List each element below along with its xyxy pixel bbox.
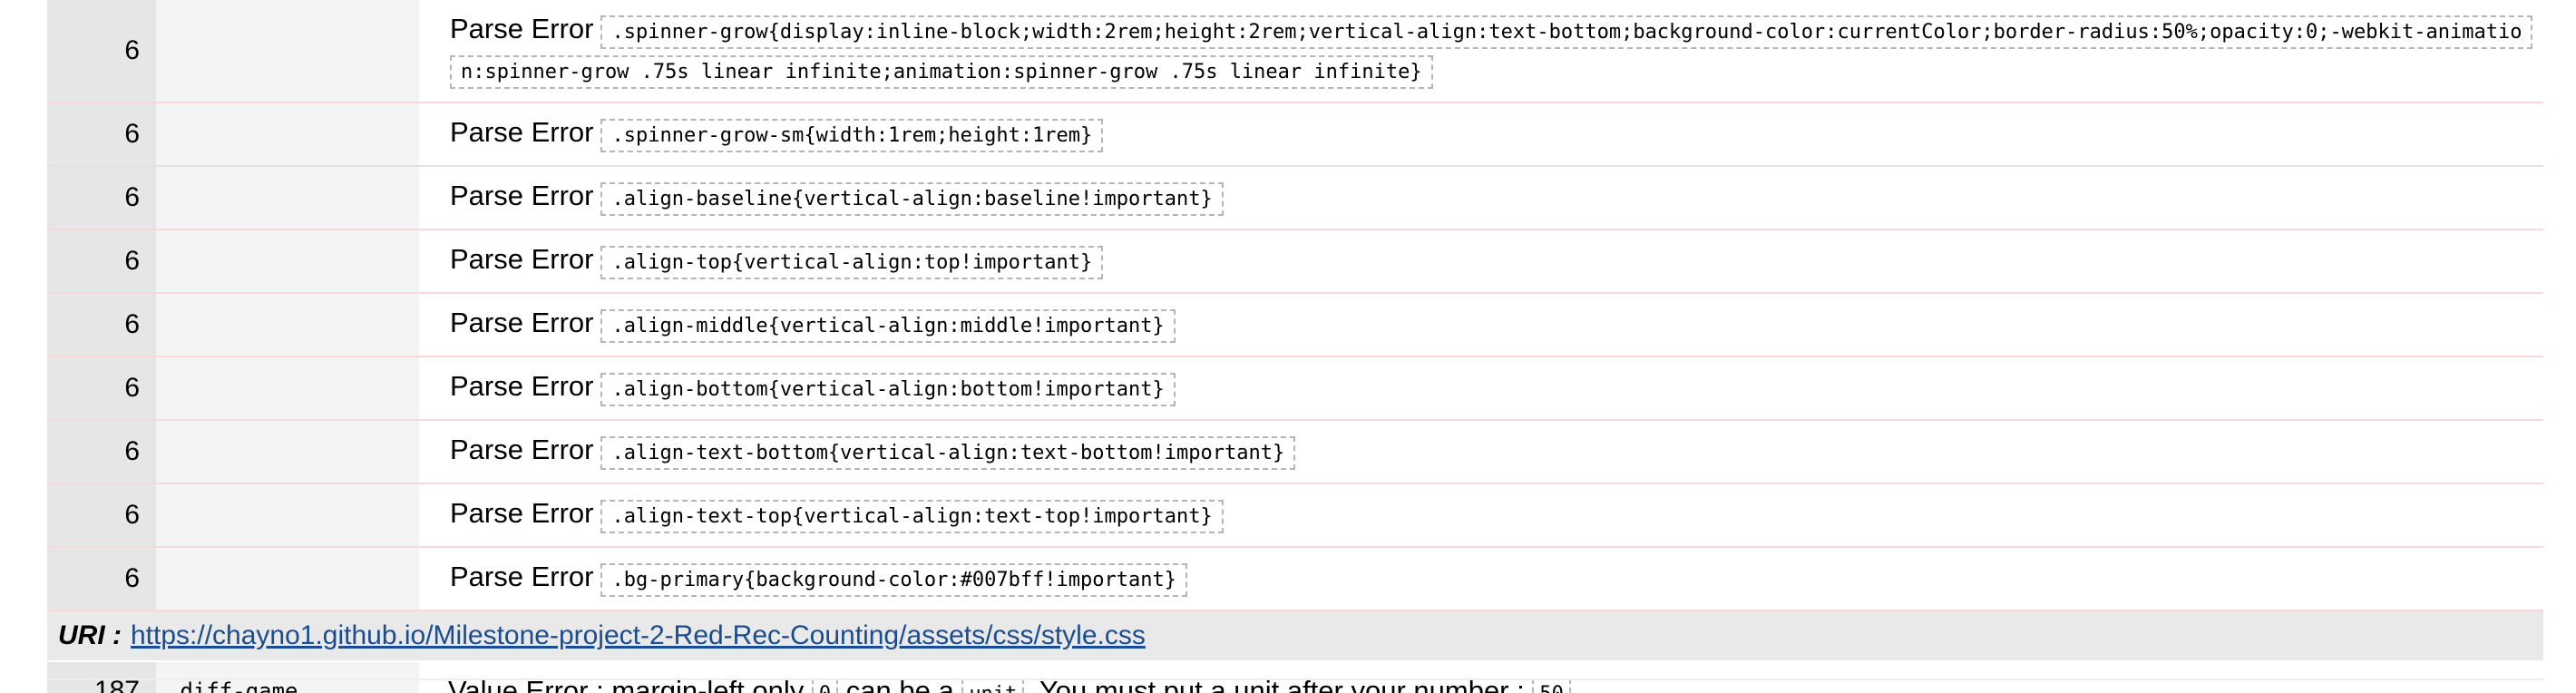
line-number: 6 <box>47 102 156 167</box>
context-cell <box>156 547 419 611</box>
context-cell <box>156 102 419 167</box>
error-message: Parse Error .align-text-bottom{vertical-a… <box>419 420 2543 484</box>
errors-table: 6 Parse Error .spinner-grow{display:inlin… <box>47 0 2543 693</box>
error-message: Parse Error .bg-primary{background-color:… <box>419 547 2543 611</box>
table-row: 6 Parse Error .align-bottom{vertical-alig… <box>47 356 2543 421</box>
table-row: 6 Parse Error .align-top{vertical-align:t… <box>47 229 2543 294</box>
message-text: Value Error : margin-left only <box>448 675 805 693</box>
uri-cell: URI : https://chayno1.github.io/Milestone… <box>47 610 2543 662</box>
error-label: Parse Error <box>450 13 594 44</box>
line-number: 6 <box>47 229 156 294</box>
message-text: can be a <box>845 675 954 693</box>
code-snippet: .align-text-bottom{vertical-align:text-b… <box>600 436 1296 470</box>
error-message: Parse Error .align-baseline{vertical-alig… <box>419 166 2543 230</box>
uri-label: URI : <box>58 620 122 650</box>
error-label: Parse Error <box>450 561 594 592</box>
line-number: 6 <box>47 356 156 421</box>
code-snippet: .align-baseline{vertical-align:baseline!… <box>600 182 1224 216</box>
line-number: 6 <box>47 547 156 611</box>
table-row: 6 Parse Error .spinner-grow-sm{width:1rem… <box>47 102 2543 167</box>
line-number: 6 <box>47 0 156 103</box>
code-snippet: .spinner-grow-sm{width:1rem;height:1rem} <box>600 119 1104 152</box>
context-cell <box>156 0 419 103</box>
table-row: 6 Parse Error .align-text-bottom{vertical… <box>47 420 2543 484</box>
code-token: unit <box>961 678 1025 693</box>
error-label: Parse Error <box>450 434 594 465</box>
error-message: Parse Error .align-text-top{vertical-alig… <box>419 483 2543 548</box>
error-message: Parse Error .align-middle{vertical-align:… <box>419 293 2543 357</box>
code-snippet: .align-bottom{vertical-align:bottom!impo… <box>600 373 1176 406</box>
table-row: 187 .diff-game Value Error : margin-left… <box>47 661 2543 693</box>
message-text: . You must put a unit after your number … <box>1024 675 1525 693</box>
code-snippet: .align-text-top{vertical-align:text-top!… <box>600 500 1224 533</box>
css-validator-results: 6 Parse Error .spinner-grow{display:inlin… <box>0 0 2576 693</box>
error-label: Parse Error <box>450 307 594 338</box>
line-number: 6 <box>47 420 156 484</box>
table-row: 6 Parse Error .bg-primary{background-colo… <box>47 547 2543 611</box>
line-number: 6 <box>47 483 156 548</box>
error-label: Parse Error <box>450 370 594 402</box>
code-snippet: .bg-primary{background-color:#007bff!imp… <box>600 563 1188 597</box>
context-cell <box>156 166 419 230</box>
error-message: Parse Error .spinner-grow{display:inline-… <box>419 0 2543 103</box>
error-label: Parse Error <box>450 180 594 211</box>
divider <box>47 678 2543 680</box>
error-label: Parse Error <box>450 116 594 148</box>
table-row: 6 Parse Error .align-text-top{vertical-al… <box>47 483 2543 548</box>
context-cell <box>156 420 419 484</box>
context-cell <box>156 356 419 421</box>
error-label: Parse Error <box>450 243 594 275</box>
error-message: Parse Error .align-bottom{vertical-align:… <box>419 356 2543 421</box>
context-cell: .diff-game <box>156 661 419 693</box>
table-row: 6 Parse Error .align-middle{vertical-alig… <box>47 293 2543 357</box>
context-cell <box>156 483 419 548</box>
table-row: 6 Parse Error .align-baseline{vertical-al… <box>47 166 2543 230</box>
context-cell <box>156 293 419 357</box>
line-number: 6 <box>47 166 156 230</box>
code-snippet: .spinner-grow{display:inline-block;width… <box>450 15 2533 89</box>
line-number: 6 <box>47 293 156 357</box>
uri-row: URI : https://chayno1.github.io/Milestone… <box>47 610 2543 662</box>
line-number: 187 <box>47 661 156 693</box>
error-message: Parse Error .spinner-grow-sm{width:1rem;h… <box>419 102 2543 167</box>
code-token: 50 <box>1532 678 1571 693</box>
context-cell <box>156 229 419 294</box>
code-snippet: .align-middle{vertical-align:middle!impo… <box>600 309 1176 343</box>
error-message: Value Error : margin-left only 0 can be … <box>419 661 2543 693</box>
table-row: 6 Parse Error .spinner-grow{display:inlin… <box>47 0 2543 103</box>
uri-link[interactable]: https://chayno1.github.io/Milestone-proj… <box>131 620 1146 650</box>
error-label: Parse Error <box>450 497 594 529</box>
error-message: Parse Error .align-top{vertical-align:top… <box>419 229 2543 294</box>
code-token: 0 <box>811 678 839 693</box>
code-snippet: .align-top{vertical-align:top!important} <box>600 246 1104 279</box>
